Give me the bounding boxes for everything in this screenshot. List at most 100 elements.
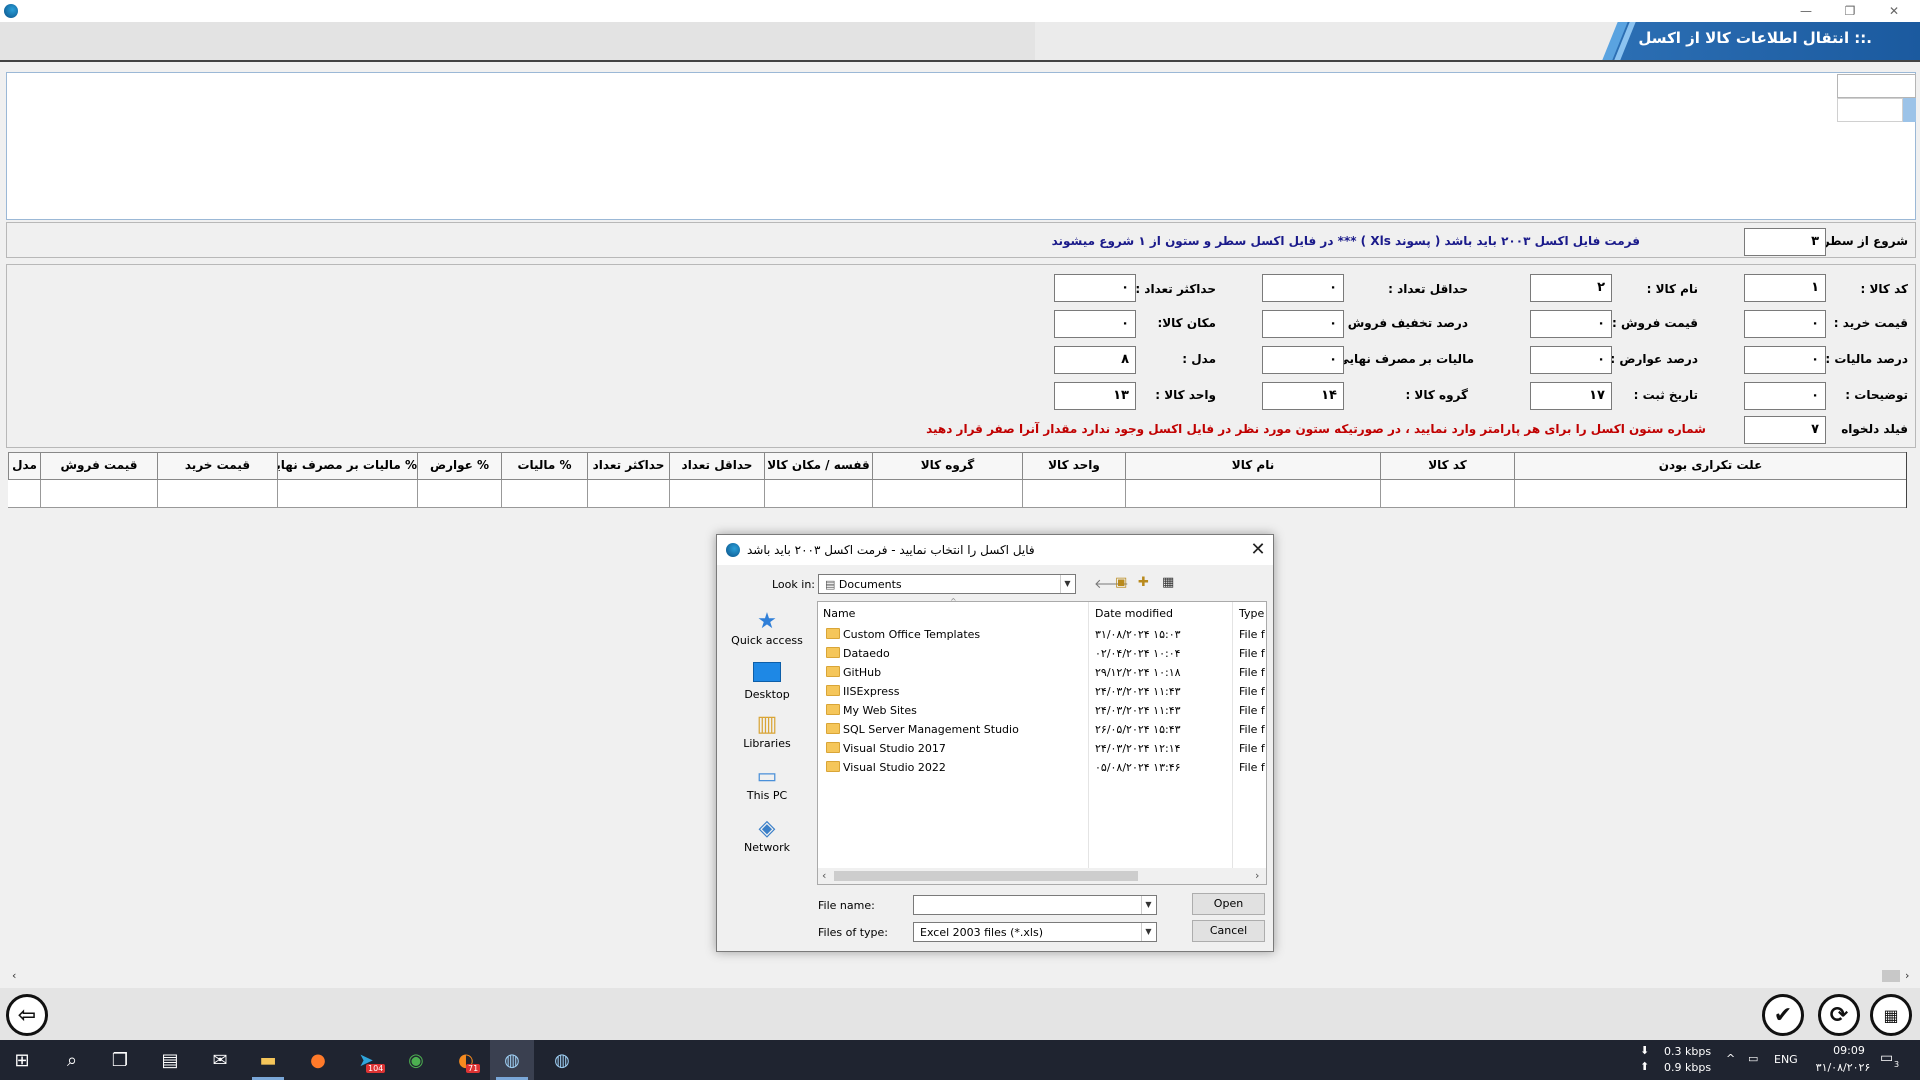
look-in-select[interactable]: ▤ Documents <box>818 574 1076 594</box>
field-label-max-qty: حداکثر تعداد : <box>1135 282 1216 296</box>
nav-desktop[interactable]: Desktop <box>727 662 807 701</box>
grid-col-unit[interactable]: واحد کالا <box>1022 452 1125 480</box>
scroll-left-arrow-icon[interactable]: ‹ <box>12 969 16 982</box>
list-item[interactable]: My Web Sites ۲۴/۰۳/۲۰۲۴ ۱۱:۴۳ File fo <box>826 704 1266 723</box>
nav-quick-access[interactable]: ★ Quick access <box>727 609 807 647</box>
up-folder-icon[interactable]: ▣ <box>1115 575 1127 590</box>
list-item[interactable]: Visual Studio 2022 ۰۵/۰۸/۲۰۲۴ ۱۳:۴۶ File… <box>826 761 1266 780</box>
scroll-right-arrow-icon[interactable]: › <box>1255 869 1259 882</box>
chevron-down-icon[interactable]: ▼ <box>1141 923 1155 941</box>
clock-time[interactable]: 09:09 <box>1820 1044 1878 1057</box>
open-button[interactable]: Open <box>1192 893 1265 915</box>
grid-col-duplicate-reason[interactable]: علت تکراری بودن <box>1514 452 1906 480</box>
network-icon[interactable]: ▭ <box>1748 1052 1758 1065</box>
task-view-icon[interactable]: ❐ <box>108 1048 132 1072</box>
refresh-button[interactable]: ⟳ <box>1818 994 1860 1036</box>
file-type: File fo <box>1239 723 1265 736</box>
view-menu-icon[interactable]: ▦ <box>1162 575 1174 590</box>
excel-preview-panel[interactable] <box>6 72 1916 220</box>
nav-network[interactable]: ◈ Network <box>727 816 807 854</box>
file-type-select[interactable]: Excel 2003 files (*.xls) <box>913 922 1157 942</box>
field-input-min-qty[interactable]: ۰ <box>1262 274 1344 302</box>
list-item[interactable]: Dataedo ۰۲/۰۴/۲۰۲۴ ۱۰:۰۴ File fo <box>826 647 1266 666</box>
col-header-date[interactable]: Date modified <box>1095 607 1173 620</box>
field-input-reg-date[interactable]: ۱۷ <box>1530 382 1612 410</box>
field-input-model[interactable]: ۸ <box>1054 346 1136 374</box>
nav-libraries[interactable]: ▥ Libraries <box>727 712 807 750</box>
grid-col-code[interactable]: کد کالا <box>1380 452 1514 480</box>
active-app-icon[interactable]: ◍ <box>500 1048 524 1072</box>
new-folder-icon[interactable]: ✚ <box>1138 575 1149 590</box>
nav-this-pc[interactable]: ▭ This PC <box>727 764 807 802</box>
field-input-sell-price[interactable]: ۰ <box>1530 310 1612 338</box>
scroll-left-arrow-icon[interactable]: ‹ <box>822 869 826 882</box>
libraries-icon: ▥ <box>756 712 778 737</box>
start-row-input[interactable]: ۳ <box>1744 228 1826 256</box>
field-input-sell-discount[interactable]: ۰ <box>1262 310 1344 338</box>
col-header-name[interactable]: Name <box>823 607 855 620</box>
tray-chevron-icon[interactable]: ^ <box>1726 1052 1735 1065</box>
field-input-tax-percent[interactable]: ۰ <box>1744 346 1826 374</box>
grid-col-buy-price[interactable]: قیمت خرید <box>157 452 277 480</box>
field-input-max-qty[interactable]: ۰ <box>1054 274 1136 302</box>
chevron-down-icon[interactable]: ▼ <box>1141 896 1155 914</box>
scrollbar-thumb[interactable] <box>834 871 1138 881</box>
clock-date[interactable]: ۳۱/۰۸/۲۰۲۶ <box>1808 1061 1878 1074</box>
dialog-close-icon[interactable]: ✕ <box>1246 538 1270 562</box>
file-explorer-icon[interactable]: ▬ <box>256 1048 280 1072</box>
scrollbar-thumb[interactable] <box>1882 970 1900 982</box>
table-row[interactable] <box>8 480 1906 508</box>
grid-col-duty[interactable]: % عوارض <box>417 452 501 480</box>
grid-horizontal-scrollbar[interactable] <box>8 968 1918 984</box>
confirm-button[interactable]: ✔ <box>1762 994 1804 1036</box>
back-button[interactable]: ⇦ <box>6 994 48 1036</box>
chevron-down-icon[interactable]: ▼ <box>1060 575 1074 593</box>
list-item[interactable]: Visual Studio 2017 ۲۴/۰۳/۲۰۲۴ ۱۲:۱۴ File… <box>826 742 1266 761</box>
firefox-icon[interactable]: ● <box>306 1048 330 1072</box>
field-label-location: مکان کالا: <box>1157 316 1216 330</box>
preview-cell[interactable] <box>1837 74 1916 98</box>
pinned-app-icon[interactable]: ◍ <box>550 1048 574 1072</box>
field-input-buy-price[interactable]: ۰ <box>1744 310 1826 338</box>
field-input-location[interactable]: ۰ <box>1054 310 1136 338</box>
grid-col-location[interactable]: قفسه / مکان کالا <box>764 452 872 480</box>
list-item[interactable]: GitHub ۲۹/۱۲/۲۰۲۴ ۱۰:۱۸ File fo <box>826 666 1266 685</box>
grid-col-min-qty[interactable]: حداقل تعداد <box>669 452 764 480</box>
list-item[interactable]: Custom Office Templates ۳۱/۰۸/۲۰۲۴ ۱۵:۰۳… <box>826 628 1266 647</box>
grid-col-tax[interactable]: % مالیات <box>501 452 587 480</box>
field-input-duty-percent[interactable]: ۰ <box>1530 346 1612 374</box>
field-input-description[interactable]: ۰ <box>1744 382 1826 410</box>
preview-cell[interactable] <box>1837 98 1903 122</box>
search-icon[interactable]: ⌕ <box>60 1048 84 1072</box>
field-input-code[interactable]: ۱ <box>1744 274 1826 302</box>
field-input-group[interactable]: ۱۴ <box>1262 382 1344 410</box>
grid-col-sell-price[interactable]: قیمت فروش <box>40 452 157 480</box>
field-input-consumer-tax[interactable]: ۰ <box>1262 346 1344 374</box>
grid-col-max-qty[interactable]: حداکثر تعداد <box>587 452 669 480</box>
mail-icon[interactable]: ✉ <box>208 1048 232 1072</box>
col-header-type[interactable]: Type <box>1239 607 1264 620</box>
grid-col-consumer-tax[interactable]: % مالیات بر مصرف نهایی <box>277 452 417 480</box>
list-item[interactable]: IISExpress ۲۴/۰۳/۲۰۲۴ ۱۱:۴۳ File fo <box>826 685 1266 704</box>
store-icon[interactable]: ▤ <box>158 1048 182 1072</box>
scroll-right-arrow-icon[interactable]: › <box>1905 969 1909 982</box>
field-input-custom[interactable]: ۷ <box>1744 416 1826 444</box>
file-name-input[interactable] <box>913 895 1157 915</box>
grid-col-name[interactable]: نام کالا <box>1125 452 1380 480</box>
field-input-name[interactable]: ۲ <box>1530 274 1612 302</box>
notification-icon[interactable]: ▭ <box>1880 1050 1893 1066</box>
excel-import-button[interactable]: ▦ <box>1870 994 1912 1036</box>
field-input-unit[interactable]: ۱۳ <box>1054 382 1136 410</box>
grid-vertical-scrollbar[interactable] <box>1906 452 1914 508</box>
restore-button[interactable]: ❐ <box>1828 0 1872 22</box>
minimize-button[interactable]: — <box>1784 0 1828 22</box>
preview-scrollbar[interactable] <box>1903 98 1916 122</box>
grid-col-model[interactable]: مدل <box>8 452 40 480</box>
cancel-button[interactable]: Cancel <box>1192 920 1265 942</box>
chrome-icon[interactable]: ◉ <box>404 1048 428 1072</box>
list-item[interactable]: SQL Server Management Studio ۲۶/۰۵/۲۰۲۴ … <box>826 723 1266 742</box>
windows-start-icon[interactable]: ⊞ <box>10 1048 34 1072</box>
language-indicator[interactable]: ENG <box>1774 1053 1798 1066</box>
close-button[interactable]: ✕ <box>1872 0 1916 22</box>
grid-col-group[interactable]: گروه کالا <box>872 452 1022 480</box>
